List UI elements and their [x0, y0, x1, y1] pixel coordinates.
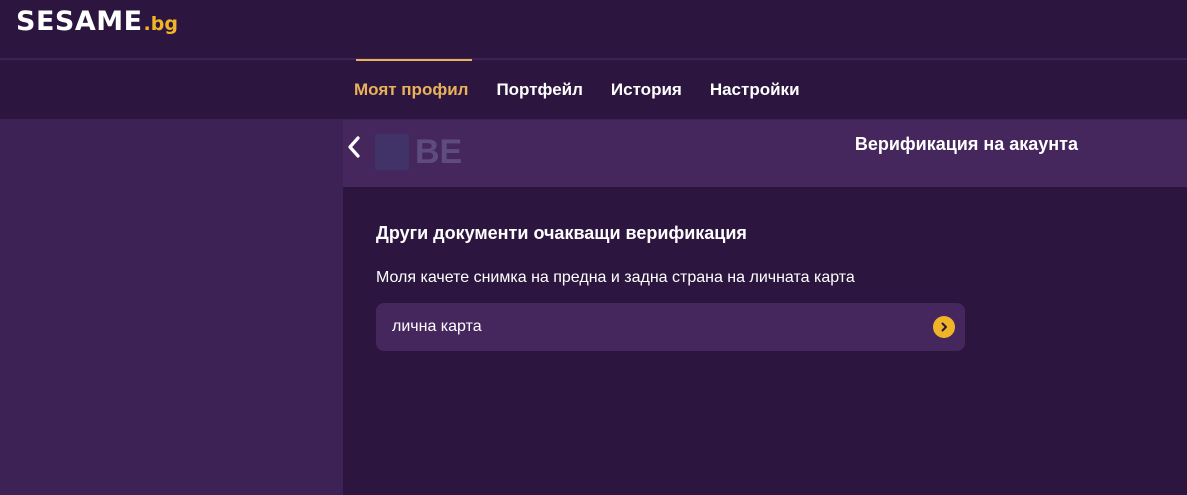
top-header: SESAME .bg: [0, 0, 1187, 59]
document-item-label: лична карта: [392, 318, 482, 335]
faded-logo-mark: [375, 134, 409, 170]
chevron-right-circle-icon: [933, 316, 955, 338]
tab-my-profile[interactable]: Моят профил: [344, 59, 486, 119]
logo-tld-text: .bg: [143, 13, 178, 35]
tab-wallet[interactable]: Портфейл: [486, 60, 600, 119]
tab-history[interactable]: История: [601, 60, 700, 119]
profile-nav-bar: Моят профил Портфейл История Настройки: [0, 59, 1187, 119]
instructions-text: Моля качете снимка на предна и задна стр…: [376, 269, 855, 286]
faded-brand-logo: BE: [375, 132, 463, 171]
tab-settings[interactable]: Настройки: [700, 60, 818, 119]
faded-logo-text: BE: [415, 132, 463, 171]
back-button[interactable]: [343, 132, 365, 162]
logo-main-text: SESAME: [16, 6, 143, 37]
section-heading: Други документи очакващи верификация: [376, 223, 747, 243]
nav-tabs: Моят профил Портфейл История Настройки: [344, 59, 818, 119]
verification-panel: Други документи очакващи верификация Мол…: [343, 187, 1187, 495]
sesame-logo[interactable]: SESAME .bg: [16, 6, 178, 40]
sub-header: BE Верификация на акаунта: [343, 120, 1187, 187]
chevron-left-icon: [348, 136, 360, 158]
page-title: Верификация на акаунта: [854, 134, 1078, 154]
document-item-id-card[interactable]: лична карта: [376, 303, 965, 351]
